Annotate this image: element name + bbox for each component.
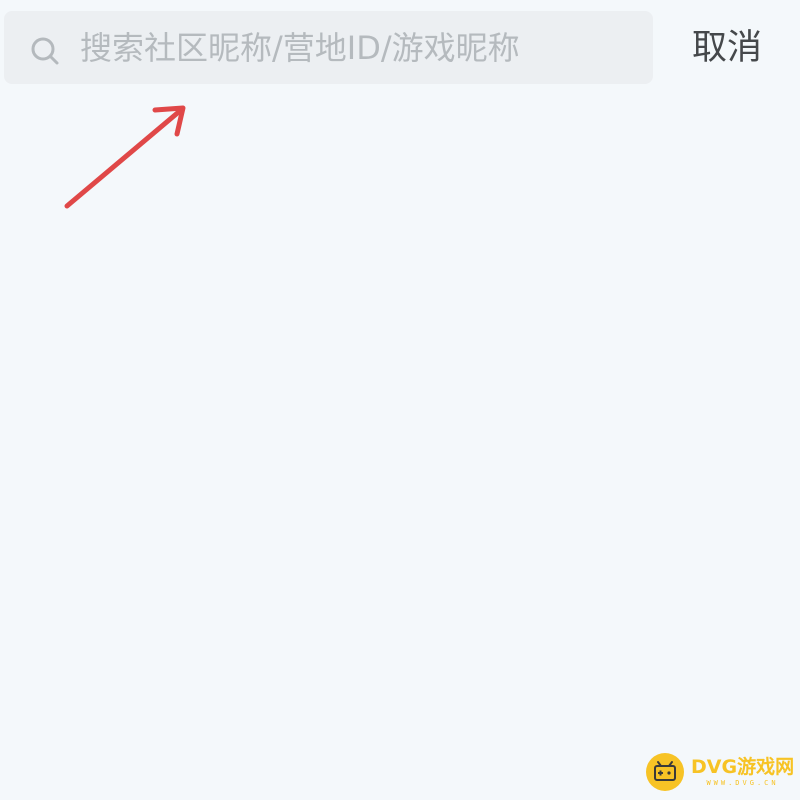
watermark-name: DVG游戏网 <box>691 755 795 778</box>
cancel-button[interactable]: 取消 <box>676 22 778 74</box>
search-input[interactable] <box>80 23 640 73</box>
search-icon <box>29 35 61 67</box>
gamepad-logo-icon <box>645 752 685 792</box>
annotation-arrow <box>64 105 186 209</box>
search-bar[interactable] <box>4 11 653 84</box>
watermark: DVG游戏网 WWW.DVG.CN <box>645 748 797 796</box>
watermark-url: WWW.DVG.CN <box>706 778 779 787</box>
